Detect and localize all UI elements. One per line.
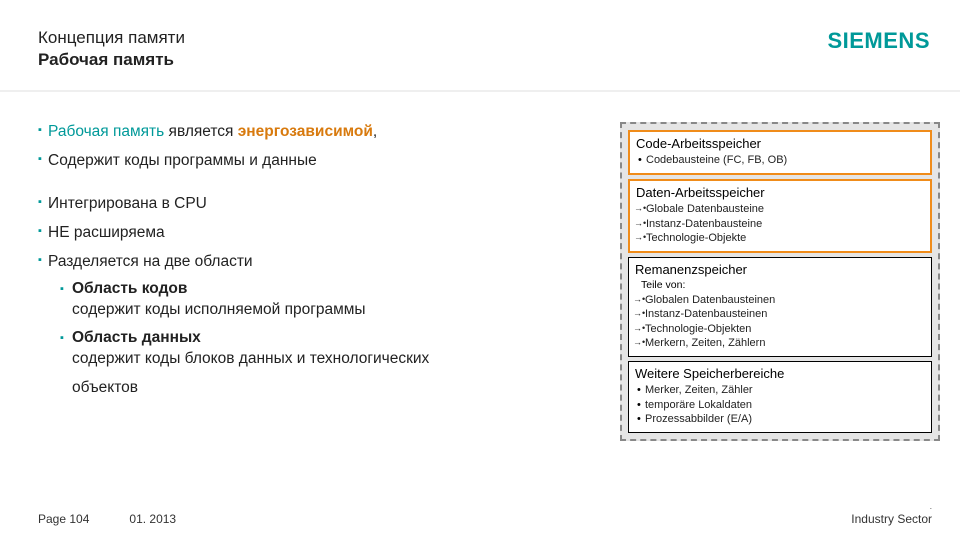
box4-i2: Prozessabbilder (E/A) (635, 412, 925, 426)
bullet-4: НЕ расширяема (38, 223, 610, 244)
box3-i3: Merkern, Zeiten, Zählern (635, 336, 925, 350)
box3-sub: Teile von: (641, 279, 925, 291)
box3-i0: Globalen Datenbausteinen (635, 293, 925, 307)
s2-desc: содержит коды блоков данных и технологич… (72, 350, 429, 367)
box3-i1: Instanz-Datenbausteinen (635, 307, 925, 321)
box2-title: Daten-Arbeitsspeicher (636, 185, 924, 200)
titles: Концепция памяти Рабочая память (38, 28, 185, 70)
bullet-1: Рабочая память является энергозависимой, (38, 122, 610, 143)
box-remanenzspeicher: Remanenzspeicher Teile von: Globalen Dat… (628, 257, 932, 357)
dot-icon: . (930, 502, 932, 511)
b1-mid: является (164, 123, 238, 140)
box2-i2: Technologie-Objekte (636, 231, 924, 245)
memory-diagram: Code-Arbeitsspeicher Codebausteine (FC, … (620, 122, 940, 441)
sub-1: Область кодов содержит коды исполняемой … (48, 279, 610, 321)
box1-title: Code-Arbeitsspeicher (636, 136, 924, 151)
siemens-logo: SIEMENS (827, 28, 930, 54)
box4-i1: temporäre Lokaldaten (635, 398, 925, 412)
b1-pre: Рабочая память (48, 123, 164, 140)
box4-title: Weitere Speicherbereiche (635, 366, 925, 381)
box1-i0: Codebausteine (FC, FB, OB) (636, 153, 924, 167)
box-code-arbeitsspeicher: Code-Arbeitsspeicher Codebausteine (FC, … (628, 130, 932, 175)
box3-i2: Technologie-Objekten (635, 322, 925, 336)
s1-title: Область кодов (72, 280, 187, 297)
footer-sector: . Industry Sector (851, 498, 932, 526)
s2-title: Область данных (72, 329, 201, 346)
box-daten-arbeitsspeicher: Daten-Arbeitsspeicher Globale Datenbaust… (628, 179, 932, 253)
b1-post: , (373, 123, 377, 140)
box3-title: Remanenzspeicher (635, 262, 925, 277)
box4-i0: Merker, Zeiten, Zähler (635, 383, 925, 397)
box2-i0: Globale Datenbausteine (636, 202, 924, 216)
box2-i1: Instanz-Datenbausteine (636, 217, 924, 231)
header: Концепция памяти Рабочая память SIEMENS (0, 0, 960, 88)
footer-date: 01. 2013 (129, 512, 176, 526)
diagram-panel: Code-Arbeitsspeicher Codebausteine (FC, … (620, 122, 940, 441)
bullet-3: Интегрирована в CPU (38, 194, 610, 215)
bullet-2: Содержит коды программы и данные (38, 151, 610, 172)
b1-em: энергозависимой (238, 123, 373, 140)
supertitle: Концепция памяти (38, 28, 185, 48)
page-title: Рабочая память (38, 50, 185, 70)
bullet-5: Разделяется на две области Область кодов… (38, 252, 610, 400)
s1-desc: содержит коды исполняемой программы (72, 301, 366, 318)
b5-text: Разделяется на две области (48, 253, 253, 270)
content: Рабочая память является энергозависимой,… (0, 92, 960, 441)
footer: Page 104 01. 2013 . Industry Sector (38, 498, 932, 526)
s2-desc2: объектов (48, 378, 610, 399)
box-weitere-speicherbereiche: Weitere Speicherbereiche Merker, Zeiten,… (628, 361, 932, 433)
sub-2: Область данных содержит коды блоков данн… (48, 328, 610, 370)
bullet-list: Рабочая память является энергозависимой,… (38, 122, 620, 441)
sector-text: Industry Sector (851, 512, 932, 526)
page-number: Page 104 (38, 512, 89, 526)
